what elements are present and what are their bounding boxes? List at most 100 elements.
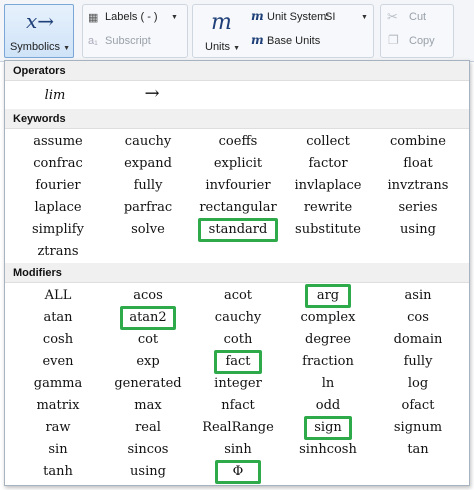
modifier-item[interactable]: using [103, 461, 193, 483]
modifier-item[interactable]: gamma [13, 373, 103, 395]
modifier-item[interactable]: cauchy [193, 307, 283, 329]
keyword-item[interactable]: laplace [13, 197, 103, 219]
keywords-header: Keywords [5, 109, 469, 129]
modifier-item[interactable]: nfact [193, 395, 283, 417]
units-group: m Units ▼ m Unit System: SI ▼ m Base Uni… [192, 4, 374, 58]
keyword-item[interactable]: ztrans [13, 241, 103, 263]
modifier-item[interactable]: acot [193, 285, 283, 307]
keyword-item[interactable]: invlaplace [283, 175, 373, 197]
cut-button[interactable]: Cut [409, 11, 426, 23]
modifier-item[interactable]: sinh [193, 439, 283, 461]
modifier-item[interactable]: real [103, 417, 193, 439]
modifier-item[interactable]: exp [103, 351, 193, 373]
keyword-item[interactable]: float [373, 153, 463, 175]
keyword-item[interactable]: coeffs [193, 131, 283, 153]
ribbon-toolbar: x→ Symbolics ▼ ▦ Labels ( - ) ▼ a₁ Subsc… [0, 0, 474, 62]
modifier-item[interactable]: integer [193, 373, 283, 395]
base-units-icon: m [251, 33, 264, 47]
labels-chevron-icon[interactable]: ▼ [171, 14, 178, 21]
operators-header: Operators [5, 61, 469, 81]
symbolics-button[interactable]: x→ Symbolics ▼ [4, 4, 74, 58]
keyword-item[interactable]: cauchy [103, 131, 193, 153]
highlight-box [198, 218, 278, 242]
highlight-box [305, 284, 351, 308]
modifiers-header: Modifiers [5, 263, 469, 283]
unit-system-label: Unit System: [267, 11, 330, 23]
highlight-box [304, 416, 352, 440]
units-icon: m [211, 10, 232, 35]
unit-system-icon: m [251, 9, 264, 23]
highlight-box [214, 350, 262, 374]
symbolics-label: Symbolics [9, 41, 61, 53]
modifier-item[interactable]: odd [283, 395, 373, 417]
modifier-item[interactable]: domain [373, 329, 463, 351]
modifier-item[interactable]: ofact [373, 395, 463, 417]
modifier-item[interactable]: max [103, 395, 193, 417]
units-button[interactable]: m Units ▼ [193, 5, 245, 57]
keyword-item[interactable]: collect [283, 131, 373, 153]
modifier-item[interactable]: ln [283, 373, 373, 395]
keyword-item[interactable]: assume [13, 131, 103, 153]
modifier-item[interactable]: signum [373, 417, 463, 439]
operator-arrow[interactable]: → [127, 83, 177, 107]
unit-system-chevron-icon[interactable]: ▼ [361, 14, 368, 21]
modifier-item[interactable]: sin [13, 439, 103, 461]
units-chevron-icon: ▼ [233, 45, 241, 52]
keyword-item[interactable]: invfourier [193, 175, 283, 197]
symbolics-dropdown-panel: Operators lim → Keywords assume cauchy coe… [4, 60, 470, 486]
keyword-item[interactable]: factor [283, 153, 373, 175]
modifier-item[interactable]: raw [13, 417, 103, 439]
modifier-item[interactable]: RealRange [193, 417, 283, 439]
keyword-item[interactable]: explicit [193, 153, 283, 175]
base-units-button[interactable]: Base Units [267, 35, 320, 47]
modifier-item[interactable]: atan [13, 307, 103, 329]
modifier-item[interactable]: sincos [103, 439, 193, 461]
copy-icon: ❐ [388, 33, 399, 47]
keyword-item[interactable]: parfrac [103, 197, 193, 219]
highlight-box [120, 306, 176, 330]
modifier-item[interactable]: ALL [13, 285, 103, 307]
keyword-item[interactable]: combine [373, 131, 463, 153]
keyword-item[interactable]: expand [103, 153, 193, 175]
copy-button[interactable]: Copy [409, 35, 435, 47]
keyword-item[interactable]: solve [103, 219, 193, 241]
units-label: Units [205, 41, 231, 53]
keyword-item[interactable]: using [373, 219, 463, 241]
modifier-item[interactable]: cot [103, 329, 193, 351]
modifier-item[interactable]: matrix [13, 395, 103, 417]
modifier-item[interactable]: acos [103, 285, 193, 307]
keyword-item[interactable]: rectangular [193, 197, 283, 219]
modifier-item[interactable]: cosh [13, 329, 103, 351]
labels-group: ▦ Labels ( - ) ▼ a₁ Subscript [82, 4, 188, 58]
keyword-item[interactable]: invztrans [373, 175, 463, 197]
modifier-item[interactable]: generated [103, 373, 193, 395]
keyword-item[interactable]: rewrite [283, 197, 373, 219]
modifier-item[interactable]: asin [373, 285, 463, 307]
keyword-item[interactable]: confrac [13, 153, 103, 175]
clipboard-group: ✂ Cut ❐ Copy [380, 4, 454, 58]
modifier-item[interactable]: coth [193, 329, 283, 351]
symbolics-icon: x→ [25, 9, 55, 33]
scissors-icon: ✂ [387, 9, 398, 24]
subscript-button[interactable]: Subscript [105, 35, 151, 47]
modifier-item[interactable]: even [13, 351, 103, 373]
chevron-down-icon: ▼ [63, 45, 71, 52]
keywords-grid: assume cauchy coeffs collect combine confrac e… [13, 131, 463, 263]
modifier-item[interactable]: log [373, 373, 463, 395]
keyword-item[interactable]: fourier [13, 175, 103, 197]
modifier-item[interactable]: tan [373, 439, 463, 461]
keyword-item[interactable]: fully [103, 175, 193, 197]
modifier-item[interactable]: degree [283, 329, 373, 351]
subscript-icon: a₁ [88, 35, 98, 47]
modifier-item[interactable]: fraction [283, 351, 373, 373]
keyword-item[interactable]: simplify [13, 219, 103, 241]
keyword-item[interactable]: series [373, 197, 463, 219]
modifier-item[interactable]: sinhcosh [283, 439, 373, 461]
modifier-item[interactable]: complex [283, 307, 373, 329]
keyword-item[interactable]: substitute [283, 219, 373, 241]
unit-system-select[interactable]: SI [325, 11, 335, 23]
labels-select[interactable]: Labels ( - ) [105, 11, 158, 23]
modifier-item[interactable]: tanh [13, 461, 103, 483]
modifier-item[interactable]: fully [373, 351, 463, 373]
modifier-item[interactable]: cos [373, 307, 463, 329]
